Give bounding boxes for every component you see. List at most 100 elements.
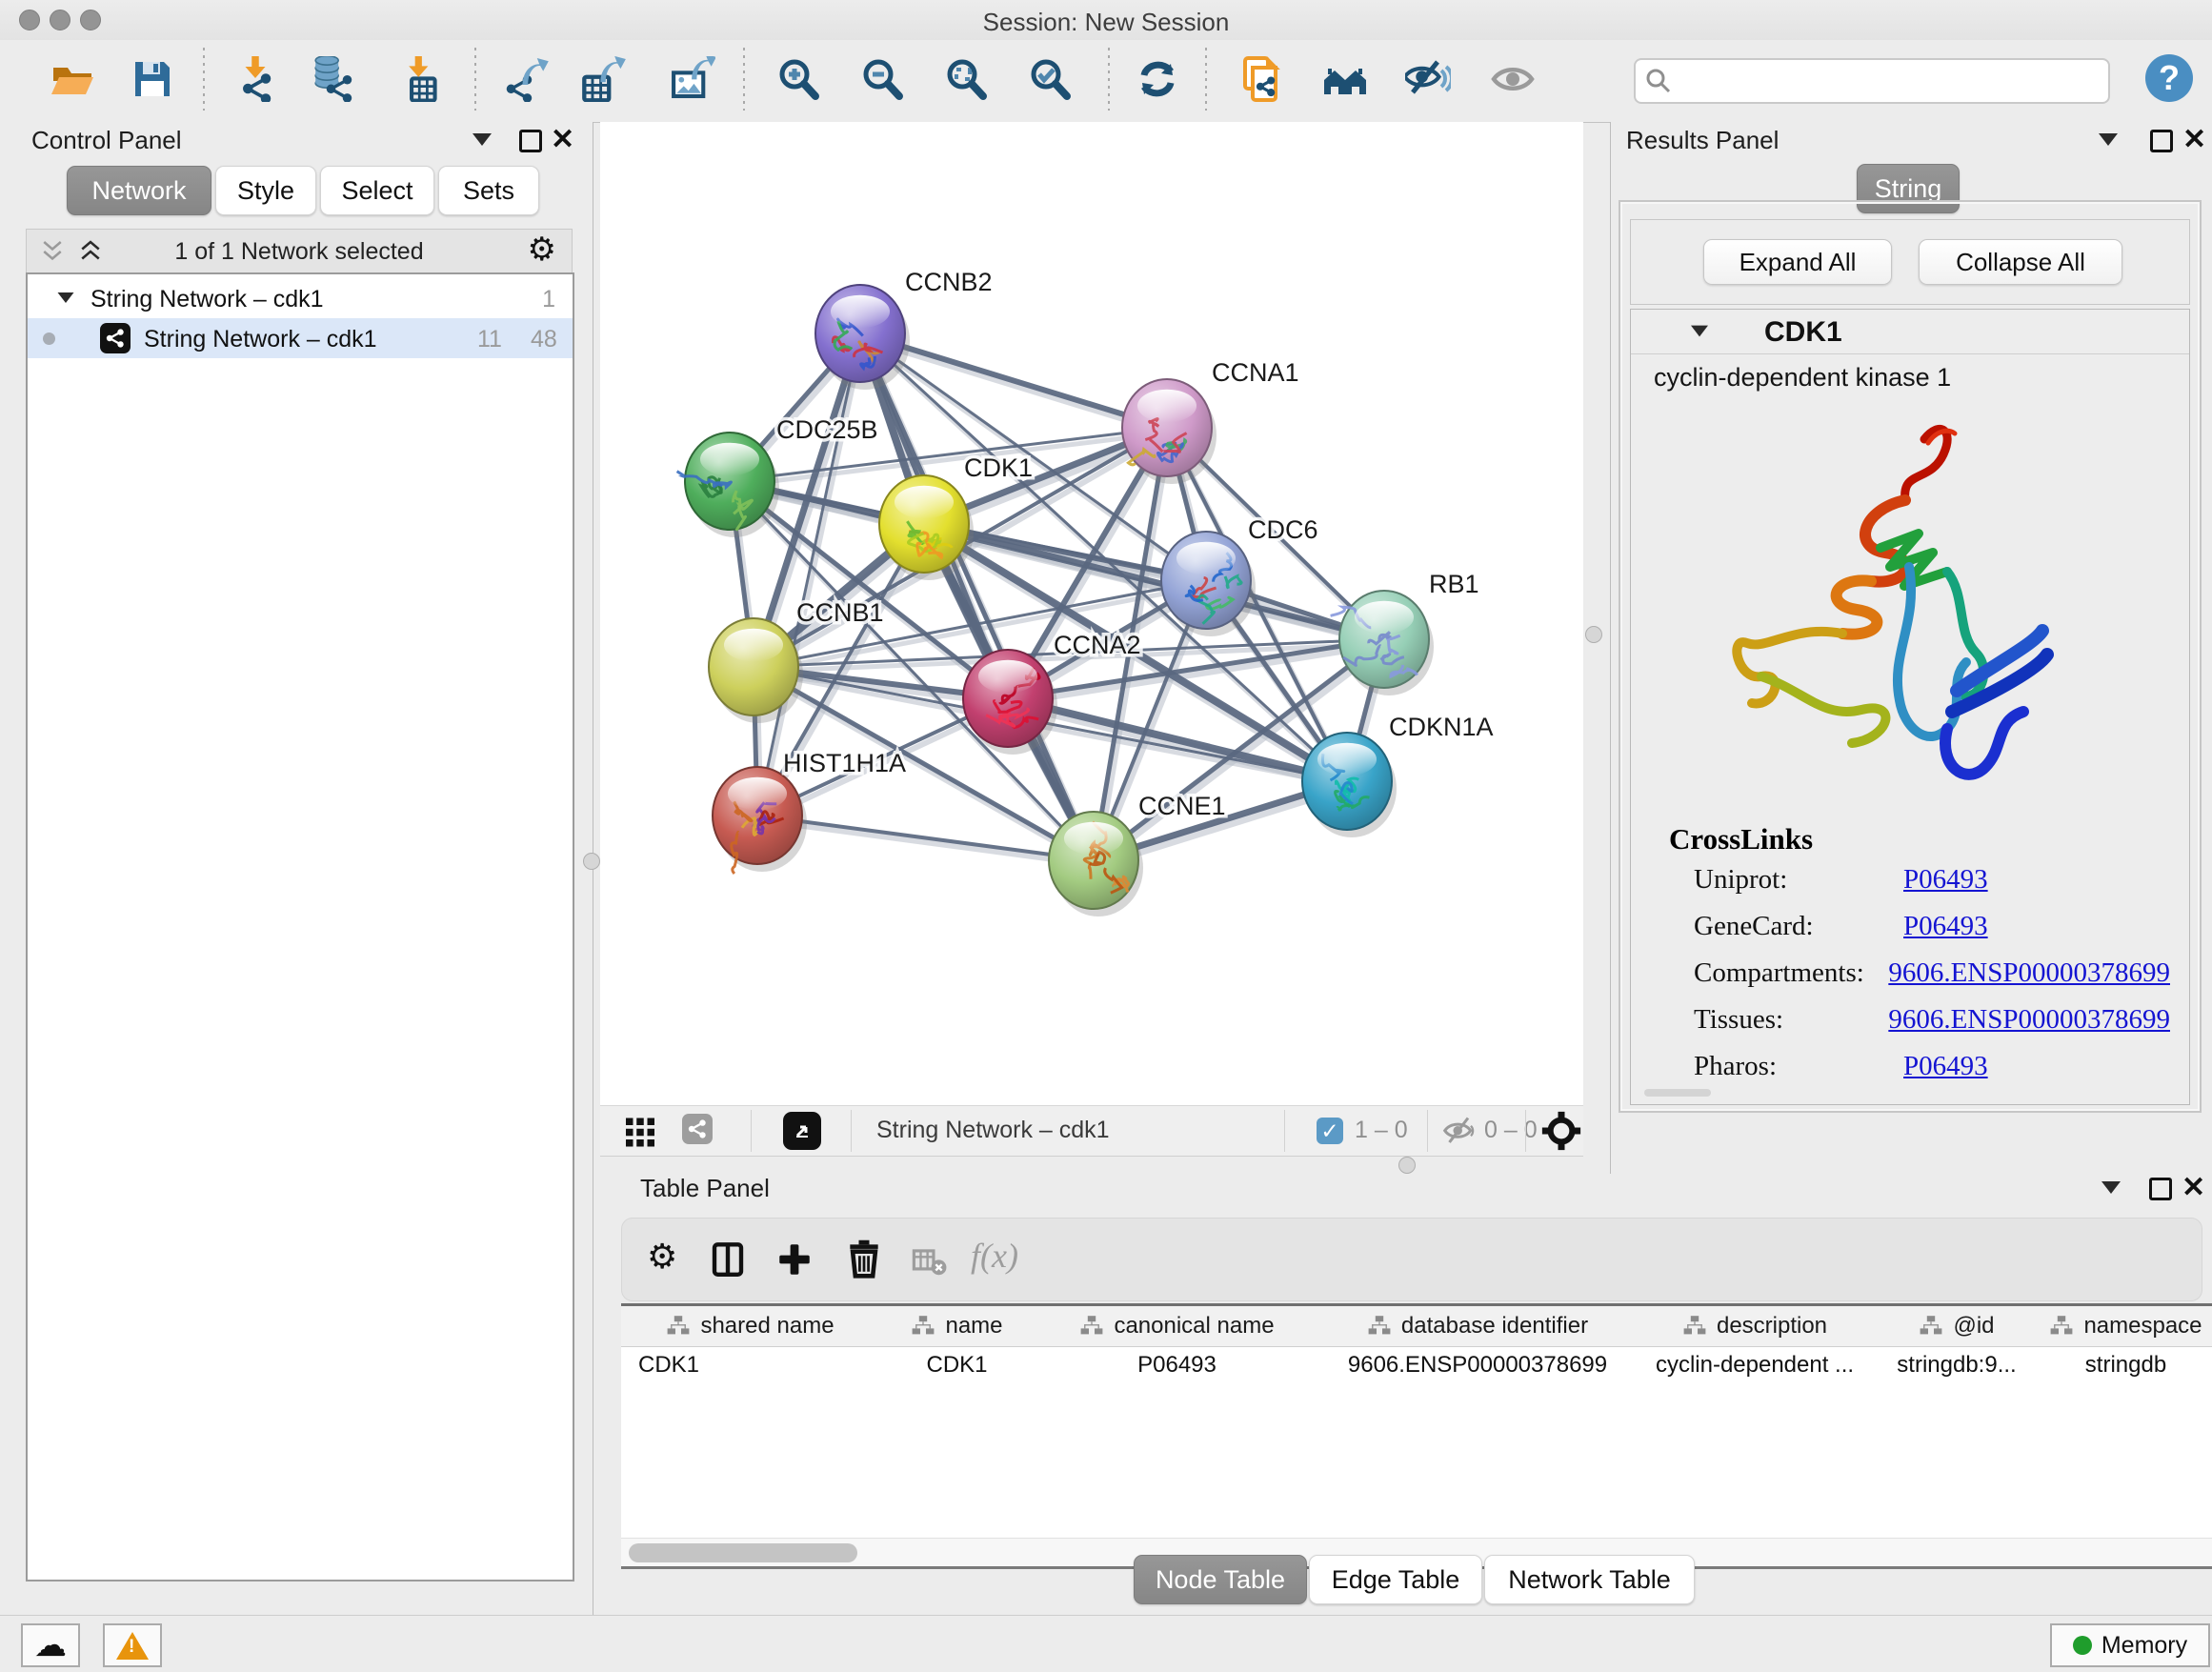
network-options-gear-icon[interactable]: ⚙ [528, 232, 556, 267]
entry-scrollbar[interactable] [1644, 1089, 1711, 1097]
hidden-node-edge-counts: 0 – 0 [1484, 1117, 1538, 1144]
tab-select[interactable]: Select [320, 166, 434, 215]
table-panel-float-icon[interactable] [2149, 1178, 2172, 1200]
cdk1-expander-icon[interactable] [1691, 326, 1708, 337]
crosslink-link[interactable]: 9606.ENSP00000378699 [1888, 1004, 2170, 1036]
crosslink-link[interactable]: P06493 [1903, 864, 1988, 896]
results-panel-float-icon[interactable] [2150, 130, 2173, 152]
network-collection-row[interactable]: String Network – cdk1 1 [28, 278, 573, 318]
zoom-selected-icon[interactable] [1027, 56, 1073, 102]
column-header-description[interactable]: description [1636, 1306, 1875, 1347]
table-delete-icon[interactable] [843, 1238, 885, 1284]
column-header-database-identifier[interactable]: database identifier [1319, 1306, 1637, 1347]
control-panel-collapse-icon[interactable] [473, 133, 492, 146]
cloud-button[interactable]: ☁ [21, 1623, 80, 1667]
export-image-icon[interactable] [670, 56, 715, 102]
edge-CCNB2-CCNE1[interactable] [860, 333, 1094, 860]
export-table-icon[interactable] [580, 56, 626, 102]
crosslink-label: Pharos: [1694, 1051, 1903, 1082]
results-panel-close-icon[interactable]: ✕ [2182, 127, 2206, 153]
control-panel-close-icon[interactable]: ✕ [551, 127, 574, 153]
table-cell[interactable]: stringdb:9... [1874, 1346, 2040, 1384]
node-gloss [895, 486, 954, 519]
table-settings-gear-icon[interactable]: ⚙ [647, 1239, 677, 1274]
network-view-type-icon[interactable] [682, 1114, 713, 1144]
open-in-window-icon[interactable] [783, 1112, 821, 1150]
open-session-icon[interactable] [50, 56, 95, 102]
network-row-selected[interactable]: String Network – cdk1 11 48 [28, 318, 573, 358]
copy-network-icon[interactable] [1239, 56, 1285, 102]
crosslink-link[interactable]: 9606.ENSP00000378699 [1888, 957, 2170, 989]
tab-network[interactable]: Network [67, 166, 211, 215]
refresh-icon[interactable] [1135, 56, 1180, 102]
view-toolbar-separator [751, 1110, 752, 1152]
network-graph[interactable]: CCNB2CCNA1CDC25BCDK1CDC6RB1CCNB1CCNA2CDK… [600, 122, 1583, 1105]
import-database-icon[interactable] [309, 56, 354, 102]
table-cell[interactable]: P06493 [1035, 1346, 1319, 1384]
function-builder-icon[interactable]: f(x) [971, 1236, 1018, 1276]
column-header--id[interactable]: @id [1874, 1306, 2041, 1347]
column-header-canonical-name[interactable]: canonical name [1035, 1306, 1320, 1347]
crosslink-link[interactable]: P06493 [1903, 911, 1988, 942]
save-session-icon[interactable] [130, 56, 175, 102]
import-table-icon[interactable] [396, 56, 442, 102]
import-network-icon[interactable] [232, 56, 278, 102]
control-panel-float-icon[interactable] [519, 130, 542, 152]
cdk1-entry-header[interactable]: CDK1 [1631, 310, 2189, 354]
collection-expander-icon[interactable] [58, 292, 74, 303]
control-panel-tabs: NetworkStyleSelectSets [0, 166, 593, 217]
help-icon[interactable]: ? [2145, 54, 2193, 102]
node-table[interactable]: shared nameCDK1nameCDK1canonical nameP06… [621, 1303, 2212, 1541]
birds-eye-view-icon[interactable] [1541, 1111, 1581, 1156]
toolbar-separator [474, 48, 476, 111]
warnings-button[interactable] [103, 1623, 162, 1667]
table-delete-table-icon[interactable] [912, 1243, 948, 1284]
node-label-CDKN1A: CDKN1A [1389, 713, 1494, 741]
collapse-all-button[interactable]: Collapse All [1919, 239, 2122, 285]
table-add-icon[interactable] [774, 1239, 814, 1284]
zoom-in-icon[interactable] [775, 56, 821, 102]
main-toolbar: ? [0, 40, 2212, 123]
table-cell[interactable]: 9606.ENSP00000378699 [1319, 1346, 1636, 1384]
column-header-namespace[interactable]: namespace [2040, 1306, 2212, 1347]
show-eye-icon[interactable] [1490, 56, 1536, 102]
table-cell[interactable]: stringdb [2040, 1346, 2212, 1384]
export-network-icon[interactable] [504, 56, 550, 102]
tab-edge-table[interactable]: Edge Table [1309, 1555, 1482, 1604]
control-panel: Control Panel ✕ NetworkStyleSelectSets 1… [0, 122, 593, 1615]
table-panel-collapse-icon[interactable] [2101, 1181, 2121, 1194]
memory-button[interactable]: Memory [2050, 1623, 2210, 1667]
results-panel-title: Results Panel [1626, 126, 1779, 155]
table-columns-icon[interactable] [708, 1239, 748, 1284]
zoom-out-icon[interactable] [859, 56, 905, 102]
expand-all-button[interactable]: Expand All [1703, 239, 1892, 285]
tab-sets[interactable]: Sets [438, 166, 539, 215]
tab-node-table[interactable]: Node Table [1134, 1555, 1307, 1604]
node-label-CCNB2: CCNB2 [905, 268, 993, 296]
zoom-fit-icon[interactable] [943, 56, 989, 102]
column-header-label: shared name [700, 1313, 834, 1340]
selection-status: 1 of 1 Network selected [27, 238, 572, 266]
column-header-name[interactable]: name [879, 1306, 1036, 1347]
column-type-icon [2049, 1315, 2074, 1338]
table-cell[interactable]: CDK1 [879, 1346, 1035, 1384]
hide-eye-icon[interactable] [1405, 56, 1451, 102]
selected-checkbox-icon[interactable]: ✓ [1317, 1118, 1343, 1144]
crosslink-row: GeneCard:P06493 [1694, 911, 2170, 942]
table-cell[interactable]: CDK1 [638, 1346, 896, 1384]
tab-network-table[interactable]: Network Table [1484, 1555, 1695, 1604]
home-icon[interactable] [1322, 56, 1368, 102]
search-input[interactable] [1634, 58, 2110, 104]
grid-view-icon[interactable] [623, 1114, 657, 1153]
left-splitter-handle[interactable] [583, 853, 600, 870]
results-panel-collapse-icon[interactable] [2099, 133, 2118, 146]
table-cell[interactable]: cyclin-dependent ... [1636, 1346, 1874, 1384]
tab-style[interactable]: Style [215, 166, 316, 215]
column-header-shared-name[interactable]: shared name [621, 1306, 880, 1347]
crosslink-link[interactable]: P06493 [1903, 1051, 1988, 1082]
right-splitter-handle[interactable] [1585, 626, 1602, 643]
crosslinks-title: CrossLinks [1669, 822, 1813, 856]
bottom-splitter-handle[interactable] [1398, 1157, 1416, 1174]
network-canvas[interactable]: CCNB2CCNA1CDC25BCDK1CDC6RB1CCNB1CCNA2CDK… [600, 122, 1583, 1105]
table-panel-close-icon[interactable]: ✕ [2182, 1175, 2205, 1201]
